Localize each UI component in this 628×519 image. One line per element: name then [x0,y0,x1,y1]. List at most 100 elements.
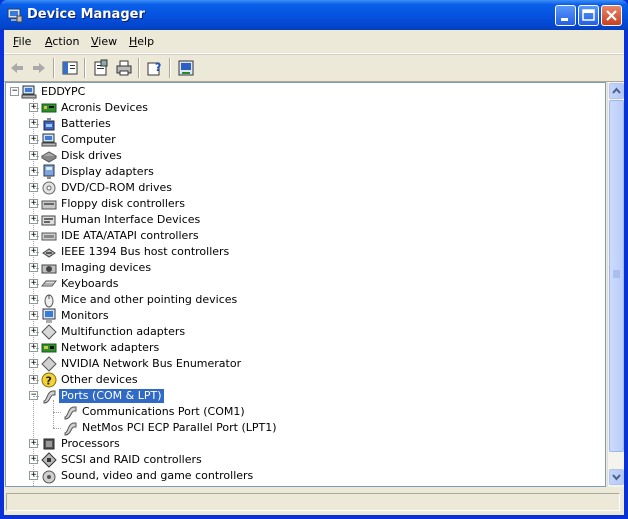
back-arrow-icon[interactable] [8,59,26,77]
tree-item-label[interactable]: Ports (COM & LPT) [59,389,164,403]
toolbar-separator [53,58,55,78]
menu-action[interactable]: Action [45,35,79,48]
tree-item-label[interactable]: NVIDIA Network Bus Enumerator [59,357,243,371]
tree-connector [33,316,39,317]
tree-item-label[interactable]: Computer [59,133,118,147]
tree-connector [33,252,39,253]
close-button[interactable] [601,5,622,26]
tree-connector [33,124,39,125]
menu-view[interactable]: View [91,35,117,48]
monitor-icon [41,308,57,324]
tree-connector [33,332,39,333]
toolbar-separator [138,58,140,78]
print-icon[interactable] [115,59,133,77]
network-icon [41,340,57,356]
tree-item-label[interactable]: IDE ATA/ATAPI controllers [59,229,201,243]
scroll-thumb[interactable] [609,100,624,452]
tree-item-label[interactable]: Mice and other pointing devices [59,293,239,307]
chevron-down-icon [612,474,621,481]
tree-connector [33,284,39,285]
computer-icon [21,84,37,100]
toolbar: ? [4,54,624,82]
tree-connector [33,364,39,365]
menu-bar: File Action View Help [4,30,624,54]
toolbar-separator [169,58,171,78]
scroll-up-button[interactable] [609,83,624,99]
tree-item-label[interactable]: Acronis Devices [59,101,150,115]
disk-icon [40,148,58,164]
forward-arrow-icon[interactable] [30,59,48,77]
close-icon [606,10,617,21]
vertical-scrollbar[interactable] [607,82,624,487]
tree-item-label[interactable]: Communications Port (COM1) [80,405,247,419]
hid-icon [41,212,57,228]
menu-file[interactable]: File [13,35,31,48]
device-manager-window: Device Manager File Action View Help ? −… [0,0,628,519]
ieee-icon [41,244,57,260]
floppy-icon [41,196,57,212]
tree-item-label[interactable]: Monitors [59,309,111,323]
help-icon[interactable]: ? [146,59,164,77]
tree-connector [53,400,54,428]
status-bar [4,490,624,515]
processor-icon [41,436,57,452]
properties-icon[interactable] [92,59,110,77]
port-icon [62,420,78,436]
tree-item-label[interactable]: SCSI and RAID controllers [59,453,204,467]
tree-item-label[interactable]: EDDYPC [39,85,87,99]
tree-item-label[interactable]: Multifunction adapters [59,325,187,339]
window-body: File Action View Help ? − EDDYPC + Acronis … [4,30,624,515]
status-pane [6,493,620,511]
question-icon: ? [41,372,57,388]
tree-connector [33,204,39,205]
tree-connector [33,348,39,349]
device-manager-icon [7,8,23,23]
tree-item-label[interactable]: IEEE 1394 Bus host controllers [59,245,231,259]
tree-item-label[interactable]: System devices [59,485,149,486]
tree-connector [33,396,39,397]
tree-item-label[interactable]: Batteries [59,117,113,131]
device-tree[interactable]: − EDDYPC + Acronis Devices + Batteries + Comput… [5,82,606,487]
window-title: Device Manager [27,7,145,22]
show-hide-tree-icon[interactable] [61,59,79,77]
mouse-icon [41,292,57,308]
tree-item-label[interactable]: Imaging devices [59,261,153,275]
sound-icon [41,468,57,484]
tree-connector [33,108,39,109]
scsi-icon [41,452,57,468]
collapse-toggle[interactable]: − [10,87,19,96]
maximize-icon [582,9,595,21]
tree-item-label[interactable]: Network adapters [59,341,161,355]
svg-text:?: ? [46,375,52,388]
tree-connector [33,236,39,237]
display-icon [41,164,57,180]
battery-icon [41,116,57,132]
scroll-down-button[interactable] [609,469,624,485]
tree-item-label[interactable]: NetMos PCI ECP Parallel Port (LPT1) [80,421,279,435]
tree-item-label[interactable]: Disk drives [59,149,124,163]
tree-connector [33,268,39,269]
port-icon [41,388,57,404]
tree-item-label[interactable]: Human Interface Devices [59,213,202,227]
tree-item-label[interactable]: DVD/CD-ROM drives [59,181,174,195]
tree-connector [53,412,61,413]
maximize-button[interactable] [578,5,599,26]
tree-item-label[interactable]: Processors [59,437,122,451]
keyboard-icon [40,276,58,292]
minus-icon: − [12,86,18,96]
tree-item-label[interactable]: Other devices [59,373,140,387]
tree-item-label[interactable]: Keyboards [59,277,120,291]
tree-item-label[interactable]: Sound, video and game controllers [59,469,255,483]
title-bar[interactable]: Device Manager [0,0,628,30]
tree-item-label[interactable]: Display adapters [59,165,156,179]
tree-item-label[interactable]: Floppy disk controllers [59,197,187,211]
menu-help[interactable]: Help [129,35,154,48]
grip-icon [613,270,620,278]
tree-connector [33,380,39,381]
multifunction-icon [41,324,57,340]
cdrom-icon [41,180,57,196]
minimize-button[interactable] [555,5,576,26]
tree-connector [33,172,39,173]
update-driver-icon[interactable] [177,59,195,77]
tree-connector [33,300,39,301]
